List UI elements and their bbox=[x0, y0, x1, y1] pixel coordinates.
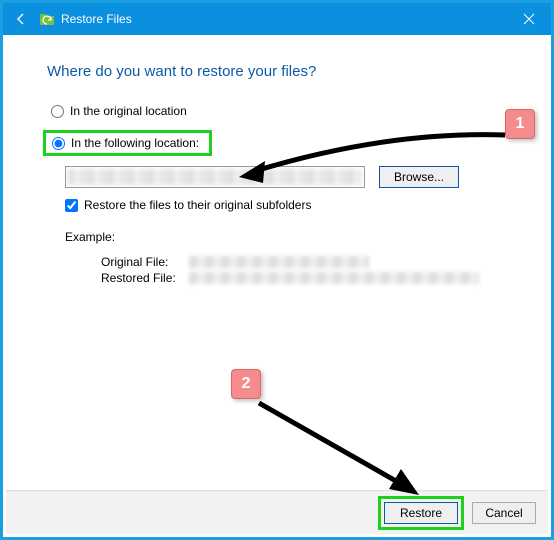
annotation-arrow-2 bbox=[253, 399, 423, 499]
dialog-content: Where do you want to restore your files?… bbox=[3, 35, 551, 286]
window-title: Restore Files bbox=[61, 12, 132, 26]
highlight-following-location: In the following location: bbox=[43, 130, 212, 156]
restore-subfolders-input[interactable] bbox=[65, 199, 78, 212]
example-original-key: Original File: bbox=[101, 255, 189, 269]
radio-following-label: In the following location: bbox=[71, 136, 199, 150]
dialog-footer: Restore Cancel bbox=[6, 490, 548, 534]
cancel-button[interactable]: Cancel bbox=[472, 502, 536, 524]
path-row: Browse... bbox=[65, 166, 507, 188]
example-restored-key: Restored File: bbox=[101, 271, 189, 285]
app-icon bbox=[39, 11, 55, 27]
example-original-value-redacted bbox=[189, 256, 369, 268]
example-heading: Example: bbox=[65, 230, 507, 244]
radio-original-location[interactable]: In the original location bbox=[47, 102, 507, 120]
example-restored-value-redacted bbox=[189, 272, 479, 284]
redacted-path bbox=[68, 169, 362, 185]
example-grid: Original File: Restored File: bbox=[101, 254, 507, 286]
restore-subfolders-label: Restore the files to their original subf… bbox=[84, 198, 311, 212]
titlebar: Restore Files bbox=[3, 3, 551, 35]
close-icon[interactable] bbox=[506, 3, 551, 35]
restore-button[interactable]: Restore bbox=[384, 502, 458, 524]
highlight-restore-button: Restore bbox=[378, 496, 464, 530]
radio-following-input[interactable] bbox=[52, 137, 65, 150]
back-icon[interactable] bbox=[11, 9, 31, 29]
restore-path-input[interactable] bbox=[65, 166, 365, 188]
radio-original-label: In the original location bbox=[70, 104, 187, 118]
radio-original-input[interactable] bbox=[51, 105, 64, 118]
annotation-callout-1: 1 bbox=[505, 109, 535, 139]
annotation-callout-2: 2 bbox=[231, 369, 261, 399]
page-heading: Where do you want to restore your files? bbox=[47, 63, 507, 80]
restore-subfolders-checkbox[interactable]: Restore the files to their original subf… bbox=[65, 198, 507, 212]
radio-following-location[interactable]: In the following location: bbox=[48, 134, 203, 152]
browse-button[interactable]: Browse... bbox=[379, 166, 459, 188]
